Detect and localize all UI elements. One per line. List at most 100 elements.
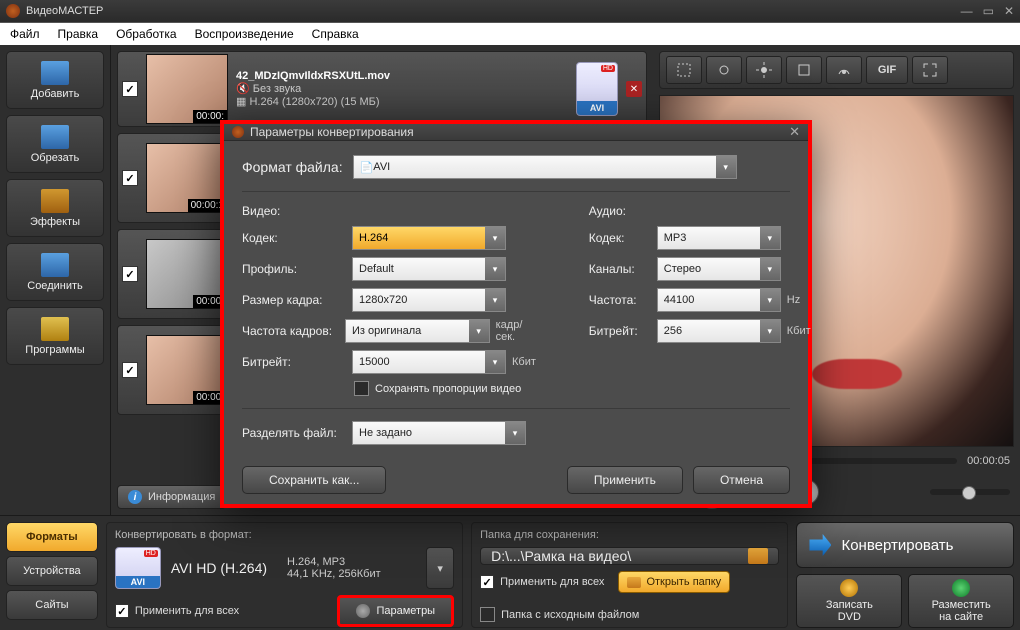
item-thumbnail: 00:00:1: [146, 143, 228, 213]
audio-codec-label: Кодек:: [589, 231, 651, 245]
item-checkbox[interactable]: ✓: [122, 266, 138, 282]
chevron-down-icon: ▾: [760, 227, 780, 249]
apps-icon: [41, 317, 69, 341]
upload-button[interactable]: Разместить на сайте: [908, 574, 1014, 628]
cancel-button[interactable]: Отмена: [693, 466, 790, 494]
item-checkbox[interactable]: ✓: [122, 362, 138, 378]
file-format-dropdown[interactable]: 📄 AVI▾: [353, 155, 737, 179]
format-badge: HDAVI: [576, 62, 618, 116]
keep-aspect-label: Сохранять пропорции видео: [375, 383, 521, 395]
item-checkbox[interactable]: ✓: [122, 81, 138, 97]
fx-brightness-button[interactable]: [746, 56, 782, 84]
brightness-icon: [756, 62, 772, 78]
format-badge: HDAVI: [115, 547, 161, 589]
apply-all-label: Применить для всех: [135, 605, 239, 617]
audio-codec-dropdown[interactable]: MP3▾: [657, 226, 781, 250]
tool-cut[interactable]: Обрезать: [6, 115, 104, 173]
tab-formats[interactable]: Форматы: [6, 522, 98, 552]
fx-crop-button[interactable]: [666, 56, 702, 84]
maximize-button[interactable]: ▭: [983, 4, 994, 18]
frame-size-label: Размер кадра:: [242, 293, 346, 307]
apply-button[interactable]: Применить: [567, 466, 683, 494]
fx-stabilize-button[interactable]: [786, 56, 822, 84]
audio-bitrate-value: 256: [664, 325, 682, 337]
format-dropdown-button[interactable]: ▾: [426, 547, 454, 589]
menu-file[interactable]: Файл: [10, 27, 40, 41]
menu-process[interactable]: Обработка: [116, 27, 177, 41]
upload-label: Разместить на сайте: [932, 599, 991, 623]
params-button[interactable]: Параметры: [337, 595, 454, 627]
tool-fx-label: Эффекты: [30, 216, 80, 228]
video-codec-dropdown[interactable]: H.264▾: [352, 226, 506, 250]
volume-slider[interactable]: [930, 489, 1010, 495]
panel-header: Папка для сохранения:: [480, 529, 779, 541]
globe-icon: [952, 579, 970, 597]
fx-fullscreen-button[interactable]: [912, 56, 948, 84]
source-folder-checkbox[interactable]: Папка с исходным файлом: [480, 607, 779, 622]
tab-sites[interactable]: Сайты: [6, 590, 98, 620]
apply-all-checkbox[interactable]: ✓Применить для всех: [115, 604, 239, 618]
open-folder-button[interactable]: Открыть папку: [618, 571, 730, 593]
menu-edit[interactable]: Правка: [58, 27, 99, 41]
tool-programs-label: Программы: [25, 344, 84, 356]
frame-size-dropdown[interactable]: 1280x720▾: [352, 288, 506, 312]
join-icon: [41, 253, 69, 277]
apply-all-label: Применить для всех: [500, 576, 604, 588]
format-detail: H.264, MP3: [287, 556, 381, 568]
tool-join-label: Соединить: [27, 280, 83, 292]
save-as-button[interactable]: Сохранить как...: [242, 466, 386, 494]
item-remove-button[interactable]: ✕: [626, 81, 642, 97]
audio-column: Аудио: Кодек:MP3▾ Каналы:Стерео▾ Частота…: [589, 204, 811, 396]
dialog-close-button[interactable]: ✕: [789, 124, 800, 140]
tool-column: Добавить Обрезать Эффекты Соединить Прог…: [0, 45, 111, 515]
fx-speed-button[interactable]: [826, 56, 862, 84]
save-path-field[interactable]: D:\...\Рамка на видео\: [480, 547, 779, 565]
dialog-title: Параметры конвертирования: [250, 125, 414, 139]
fx-gif-button[interactable]: GIF: [866, 56, 908, 84]
frequency-dropdown[interactable]: 44100▾: [657, 288, 781, 312]
item-filename: 42_MDzIQmvIldxRSXUtL.mov: [236, 70, 568, 82]
volume-knob[interactable]: [962, 486, 976, 500]
tool-join[interactable]: Соединить: [6, 243, 104, 301]
apply-all-checkbox[interactable]: ✓Применить для всех: [480, 575, 604, 589]
tool-add[interactable]: Добавить: [6, 51, 104, 109]
actions-column: Конвертировать Записать DVD Разместить н…: [796, 522, 1014, 628]
audio-bitrate-dropdown[interactable]: 256▾: [657, 319, 781, 343]
tool-programs[interactable]: Программы: [6, 307, 104, 365]
video-bitrate-value: 15000: [359, 356, 390, 368]
chevron-down-icon: ▾: [469, 320, 489, 342]
browse-folder-button[interactable]: [748, 548, 768, 564]
scissors-icon: [41, 125, 69, 149]
file-format-label: Формат файла:: [242, 159, 343, 175]
bottom-bar: Форматы Устройства Сайты Конвертировать …: [0, 515, 1020, 630]
fps-dropdown[interactable]: Из оригинала▾: [345, 319, 490, 343]
menu-help[interactable]: Справка: [312, 27, 359, 41]
checkbox-icon: [354, 381, 369, 396]
video-bitrate-dropdown[interactable]: 15000▾: [352, 350, 506, 374]
frequency-value: 44100: [664, 294, 695, 306]
panel-header: Конвертировать в формат:: [115, 529, 454, 541]
disc-icon: [840, 579, 858, 597]
list-item[interactable]: ✓ 00:00: 42_MDzIQmvIldxRSXUtL.mov 🔇 Без …: [117, 51, 647, 127]
burn-dvd-button[interactable]: Записать DVD: [796, 574, 902, 628]
app-logo-icon: [6, 4, 20, 18]
convert-button[interactable]: Конвертировать: [796, 522, 1014, 568]
item-meta: 42_MDzIQmvIldxRSXUtL.mov 🔇 Без звука ▦ H…: [236, 70, 568, 108]
convert-format-panel: Конвертировать в формат: HDAVI AVI HD (H…: [106, 522, 463, 628]
tool-fx[interactable]: Эффекты: [6, 179, 104, 237]
tab-devices[interactable]: Устройства: [6, 556, 98, 586]
fx-wb-button[interactable]: [706, 56, 742, 84]
item-checkbox[interactable]: ✓: [122, 170, 138, 186]
speed-icon: [836, 62, 852, 78]
close-button[interactable]: ✕: [1004, 4, 1014, 18]
menu-playback[interactable]: Воспроизведение: [195, 27, 294, 41]
gear-icon: [356, 604, 370, 618]
minimize-button[interactable]: —: [961, 4, 973, 18]
chevron-down-icon: ▾: [716, 156, 736, 178]
keep-aspect-checkbox[interactable]: Сохранять пропорции видео: [354, 381, 539, 396]
channels-dropdown[interactable]: Стерео▾: [657, 257, 781, 281]
split-file-dropdown[interactable]: Не задано▾: [352, 421, 526, 445]
chevron-down-icon: ▾: [485, 289, 505, 311]
profile-dropdown[interactable]: Default▾: [352, 257, 506, 281]
info-button[interactable]: iИнформация: [117, 485, 226, 509]
